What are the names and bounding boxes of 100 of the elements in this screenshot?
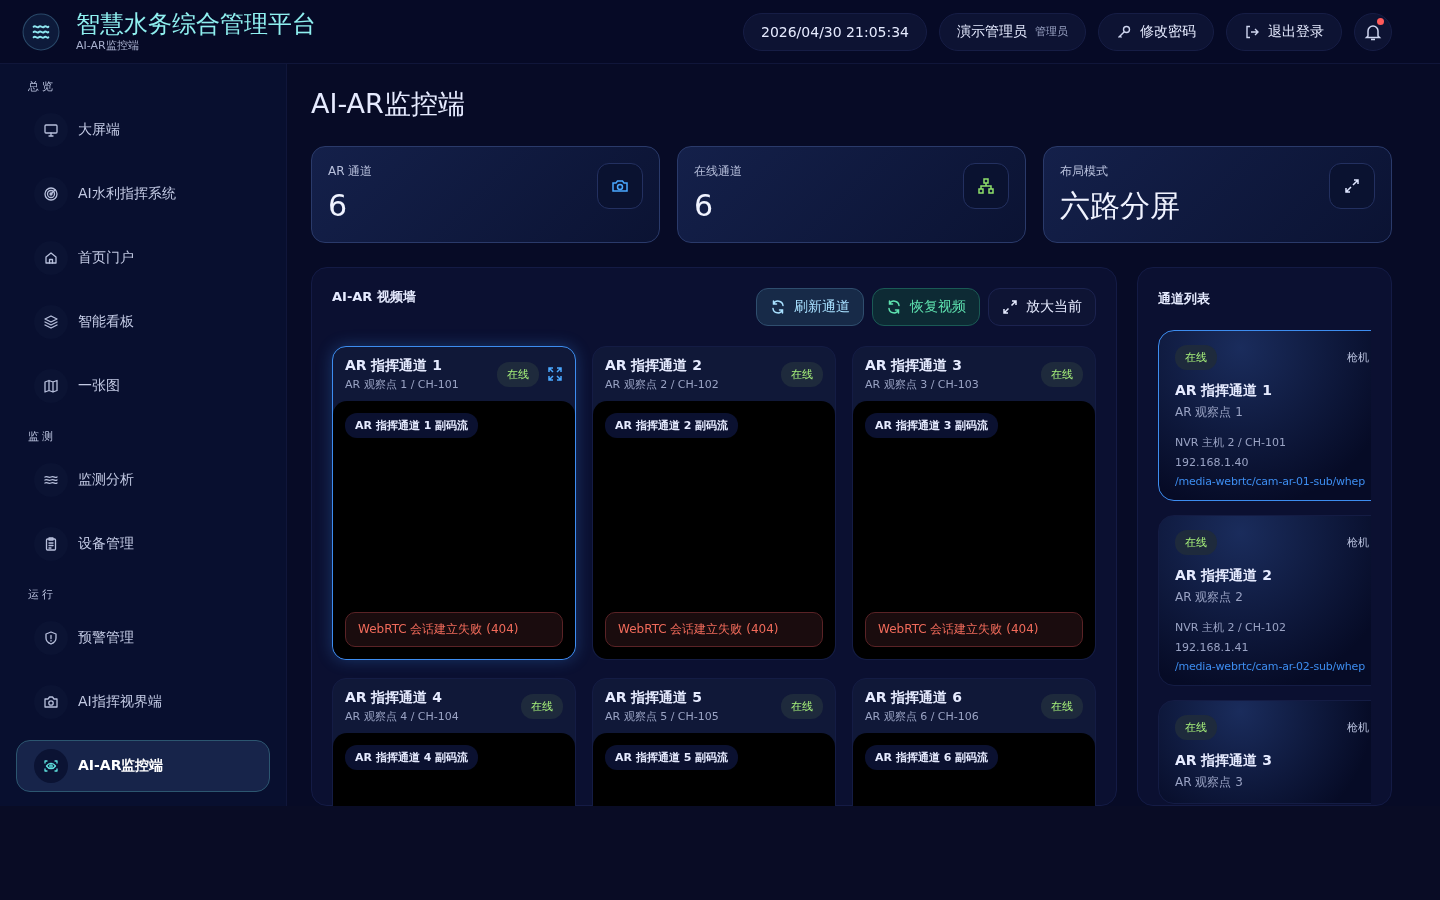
video-tile[interactable]: AR 指挥通道 5 AR 观察点 5 / CH-105 在线 AR 指挥通道 5 副码流 bbox=[592, 678, 836, 806]
channel-card[interactable]: 在线 枪机 AR 指挥通道 2 AR 观察点 2 NVR 主机 2 / CH-102 192.168.1.41 /media-webrtc/cam-ar-02-sub/whep bbox=[1158, 515, 1371, 686]
stat-value: 6 bbox=[328, 188, 349, 224]
status-badge: 在线 bbox=[781, 693, 823, 719]
error-message: WebRTC 会话建立失败 (404) bbox=[345, 612, 563, 647]
nav-item[interactable]: 首页门户 bbox=[16, 232, 270, 284]
camera-type: 枪机 bbox=[1347, 535, 1369, 550]
channel-point: AR 观察点 2 bbox=[1175, 589, 1244, 606]
radar-icon bbox=[43, 186, 59, 202]
user-name: 演示管理员 bbox=[957, 22, 1027, 41]
change-password-button[interactable]: 修改密码 bbox=[1098, 12, 1214, 51]
error-message: WebRTC 会话建立失败 (404) bbox=[865, 612, 1083, 647]
channel-title: AR 指挥通道 2 bbox=[1175, 567, 1274, 585]
status-badge: 在线 bbox=[1175, 530, 1217, 555]
page-title: AI-AR监控端 bbox=[311, 87, 466, 121]
nav-item[interactable]: AI指挥视界端 bbox=[16, 676, 270, 728]
tile-title: AR 指挥通道 4 bbox=[345, 688, 444, 707]
shield-icon bbox=[43, 630, 59, 646]
home-icon bbox=[43, 250, 59, 266]
stream-url: /media-webrtc/cam-ar-01-sub/whep bbox=[1175, 475, 1366, 488]
stream-label: AR 指挥通道 3 副码流 bbox=[865, 413, 999, 438]
stream-label: AR 指挥通道 4 副码流 bbox=[345, 745, 479, 770]
stat-label: AR 通道 bbox=[328, 163, 373, 180]
channel-title: AR 指挥通道 3 bbox=[1175, 752, 1274, 770]
status-badge: 在线 bbox=[521, 693, 563, 719]
channel-card[interactable]: 在线 枪机 AR 指挥通道 1 AR 观察点 1 NVR 主机 2 / CH-101 192.168.1.40 /media-webrtc/cam-ar-01-sub/whep bbox=[1158, 330, 1371, 501]
layers-icon bbox=[43, 314, 59, 330]
camera-type: 枪机 bbox=[1347, 350, 1369, 365]
datetime: 2026/04/30 21:05:34 bbox=[742, 12, 927, 51]
notification-button[interactable] bbox=[1354, 12, 1392, 51]
tile-title: AR 指挥通道 2 bbox=[605, 356, 704, 375]
tile-title: AR 指挥通道 5 bbox=[605, 688, 704, 707]
tile-subtitle: AR 观察点 3 / CH-103 bbox=[865, 376, 980, 392]
clipboard-icon bbox=[43, 536, 59, 552]
user-role: 管理员 bbox=[1035, 24, 1068, 39]
nvr-channel: NVR 主机 2 / CH-102 bbox=[1175, 620, 1287, 635]
status-badge: 在线 bbox=[1041, 693, 1083, 719]
video-tile[interactable]: AR 指挥通道 4 AR 观察点 4 / CH-104 在线 AR 指挥通道 4 副码流 bbox=[332, 678, 576, 806]
nav-item[interactable]: 一张图 bbox=[16, 360, 270, 412]
monitor-icon bbox=[43, 122, 59, 138]
network-icon bbox=[977, 177, 995, 195]
tile-title: AR 指挥通道 1 bbox=[345, 356, 444, 375]
nav-item[interactable]: AI-AR监控端 bbox=[16, 740, 270, 792]
nav-item[interactable]: 智能看板 bbox=[16, 296, 270, 348]
expand-icon bbox=[1343, 177, 1361, 195]
ip-address: 192.168.1.41 bbox=[1175, 641, 1250, 654]
stream-label: AR 指挥通道 6 副码流 bbox=[865, 745, 999, 770]
video-tile[interactable]: AR 指挥通道 2 AR 观察点 2 / CH-102 在线 AR 指挥通道 2 副码流 WebRTC 会话建立失败 (404) bbox=[592, 346, 836, 660]
stat-label: 布局模式 bbox=[1060, 163, 1109, 180]
stat-label: 在线通道 bbox=[694, 163, 742, 180]
stream-label: AR 指挥通道 5 副码流 bbox=[605, 745, 739, 770]
restore-button[interactable]: 恢复视频 bbox=[872, 288, 980, 326]
tile-subtitle: AR 观察点 1 / CH-101 bbox=[345, 376, 460, 392]
refresh-icon bbox=[886, 299, 902, 315]
camera-type: 枪机 bbox=[1347, 720, 1369, 735]
stat-value: 6 bbox=[694, 188, 715, 224]
nav-item[interactable]: 预警管理 bbox=[16, 612, 270, 664]
nvr-channel: NVR 主机 2 / CH-101 bbox=[1175, 435, 1287, 450]
refresh-button[interactable]: 刷新通道 bbox=[756, 288, 864, 326]
status-badge: 在线 bbox=[497, 361, 539, 387]
expand-icon bbox=[1002, 299, 1018, 315]
panel-title: 通道列表 bbox=[1158, 290, 1211, 308]
stream-label: AR 指挥通道 1 副码流 bbox=[345, 413, 479, 438]
status-badge: 在线 bbox=[1175, 715, 1217, 740]
nav-group-label: 总 览 bbox=[27, 79, 55, 95]
logout-button[interactable]: 退出登录 bbox=[1226, 12, 1342, 51]
map-icon bbox=[43, 378, 59, 394]
tile-title: AR 指挥通道 6 bbox=[865, 688, 964, 707]
ip-address: 192.168.1.40 bbox=[1175, 456, 1250, 469]
status-badge: 在线 bbox=[781, 361, 823, 387]
tile-subtitle: AR 观察点 2 / CH-102 bbox=[605, 376, 720, 392]
status-badge: 在线 bbox=[1041, 361, 1083, 387]
camera-icon bbox=[43, 694, 59, 710]
video-tile[interactable]: AR 指挥通道 6 AR 观察点 6 / CH-106 在线 AR 指挥通道 6 副码流 bbox=[852, 678, 1096, 806]
nav-item[interactable]: 设备管理 bbox=[16, 518, 270, 570]
tile-subtitle: AR 观察点 4 / CH-104 bbox=[345, 708, 460, 724]
channel-card[interactable]: 在线 枪机 AR 指挥通道 3 AR 观察点 3 bbox=[1158, 700, 1371, 804]
eye-icon bbox=[43, 758, 59, 774]
channel-point: AR 观察点 1 bbox=[1175, 404, 1244, 421]
channel-point: AR 观察点 3 bbox=[1175, 774, 1244, 791]
tile-title: AR 指挥通道 3 bbox=[865, 356, 964, 375]
stream-label: AR 指挥通道 2 副码流 bbox=[605, 413, 739, 438]
nav-item[interactable]: 监测分析 bbox=[16, 454, 270, 506]
nav-item[interactable]: 大屏端 bbox=[16, 104, 270, 156]
error-message: WebRTC 会话建立失败 (404) bbox=[605, 612, 823, 647]
nav-group-label: 监 测 bbox=[27, 429, 55, 445]
fullscreen-icon[interactable] bbox=[547, 366, 563, 382]
expand-button[interactable]: 放大当前 bbox=[988, 288, 1096, 326]
app-title: 智慧水务综合管理平台 bbox=[76, 10, 316, 38]
tile-subtitle: AR 观察点 6 / CH-106 bbox=[865, 708, 980, 724]
channel-title: AR 指挥通道 1 bbox=[1175, 382, 1274, 400]
panel-title: AI-AR 视频墙 bbox=[332, 288, 416, 306]
status-badge: 在线 bbox=[1175, 345, 1217, 370]
stream-url: /media-webrtc/cam-ar-02-sub/whep bbox=[1175, 660, 1366, 673]
app-subtitle: AI-AR监控端 bbox=[76, 38, 140, 53]
video-tile[interactable]: AR 指挥通道 1 AR 观察点 1 / CH-101 在线 AR 指挥通道 1 副码流 WebRTC 会话建立失败 (404) bbox=[332, 346, 576, 660]
video-tile[interactable]: AR 指挥通道 3 AR 观察点 3 / CH-103 在线 AR 指挥通道 3 副码流 WebRTC 会话建立失败 (404) bbox=[852, 346, 1096, 660]
nav-item[interactable]: AI水利指挥系统 bbox=[16, 168, 270, 220]
nav-group-label: 运 行 bbox=[27, 587, 55, 603]
logout-icon bbox=[1244, 23, 1260, 40]
